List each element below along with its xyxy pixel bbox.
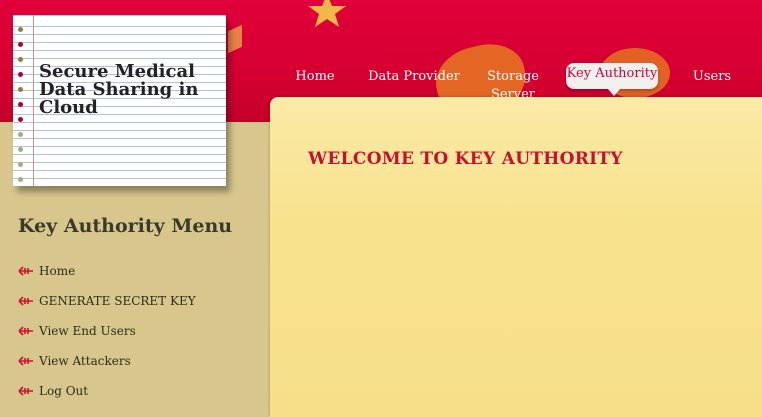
main-content: WELCOME TO KEY AUTHORITY bbox=[270, 97, 762, 417]
punch-hole-icon bbox=[18, 117, 23, 122]
punch-hole-icon bbox=[18, 177, 23, 182]
punch-hole-icon bbox=[18, 102, 23, 107]
punch-hole-icon bbox=[18, 162, 23, 167]
sidebar-menu: Home GENERATE SECRET KEY View End Users … bbox=[18, 256, 196, 406]
sidebar-item-view-attackers[interactable]: View Attackers bbox=[18, 346, 196, 376]
sidebar-item-label[interactable]: View End Users bbox=[39, 324, 136, 338]
nav-home[interactable]: Home bbox=[293, 68, 337, 86]
main-nav: Home Data Provider Storage Server Key Au… bbox=[0, 0, 762, 102]
sidebar-item-home[interactable]: Home bbox=[18, 256, 196, 286]
sidebar-title: Key Authority Menu bbox=[18, 215, 233, 237]
arrow-bullet-icon bbox=[18, 326, 33, 336]
nav-key-authority[interactable]: Key Authority bbox=[566, 63, 658, 96]
sidebar-item-log-out[interactable]: Log Out bbox=[18, 376, 196, 406]
page-heading: WELCOME TO KEY AUTHORITY bbox=[308, 149, 623, 169]
nav-users[interactable]: Users bbox=[690, 68, 734, 86]
arrow-bullet-icon bbox=[18, 386, 33, 396]
sidebar-item-label[interactable]: GENERATE SECRET KEY bbox=[39, 294, 196, 308]
sidebar-item-view-end-users[interactable]: View End Users bbox=[18, 316, 196, 346]
punch-hole-icon bbox=[18, 147, 23, 152]
sidebar-item-label[interactable]: Home bbox=[39, 264, 75, 278]
sidebar-item-label[interactable]: Log Out bbox=[39, 384, 88, 398]
nav-data-provider[interactable]: Data Provider bbox=[365, 68, 463, 86]
sidebar-item-generate-secret-key[interactable]: GENERATE SECRET KEY bbox=[18, 286, 196, 316]
arrow-bullet-icon bbox=[18, 356, 33, 366]
arrow-bullet-icon bbox=[18, 296, 33, 306]
arrow-bullet-icon bbox=[18, 266, 33, 276]
sidebar-item-label[interactable]: View Attackers bbox=[39, 354, 131, 368]
punch-hole-icon bbox=[18, 132, 23, 137]
